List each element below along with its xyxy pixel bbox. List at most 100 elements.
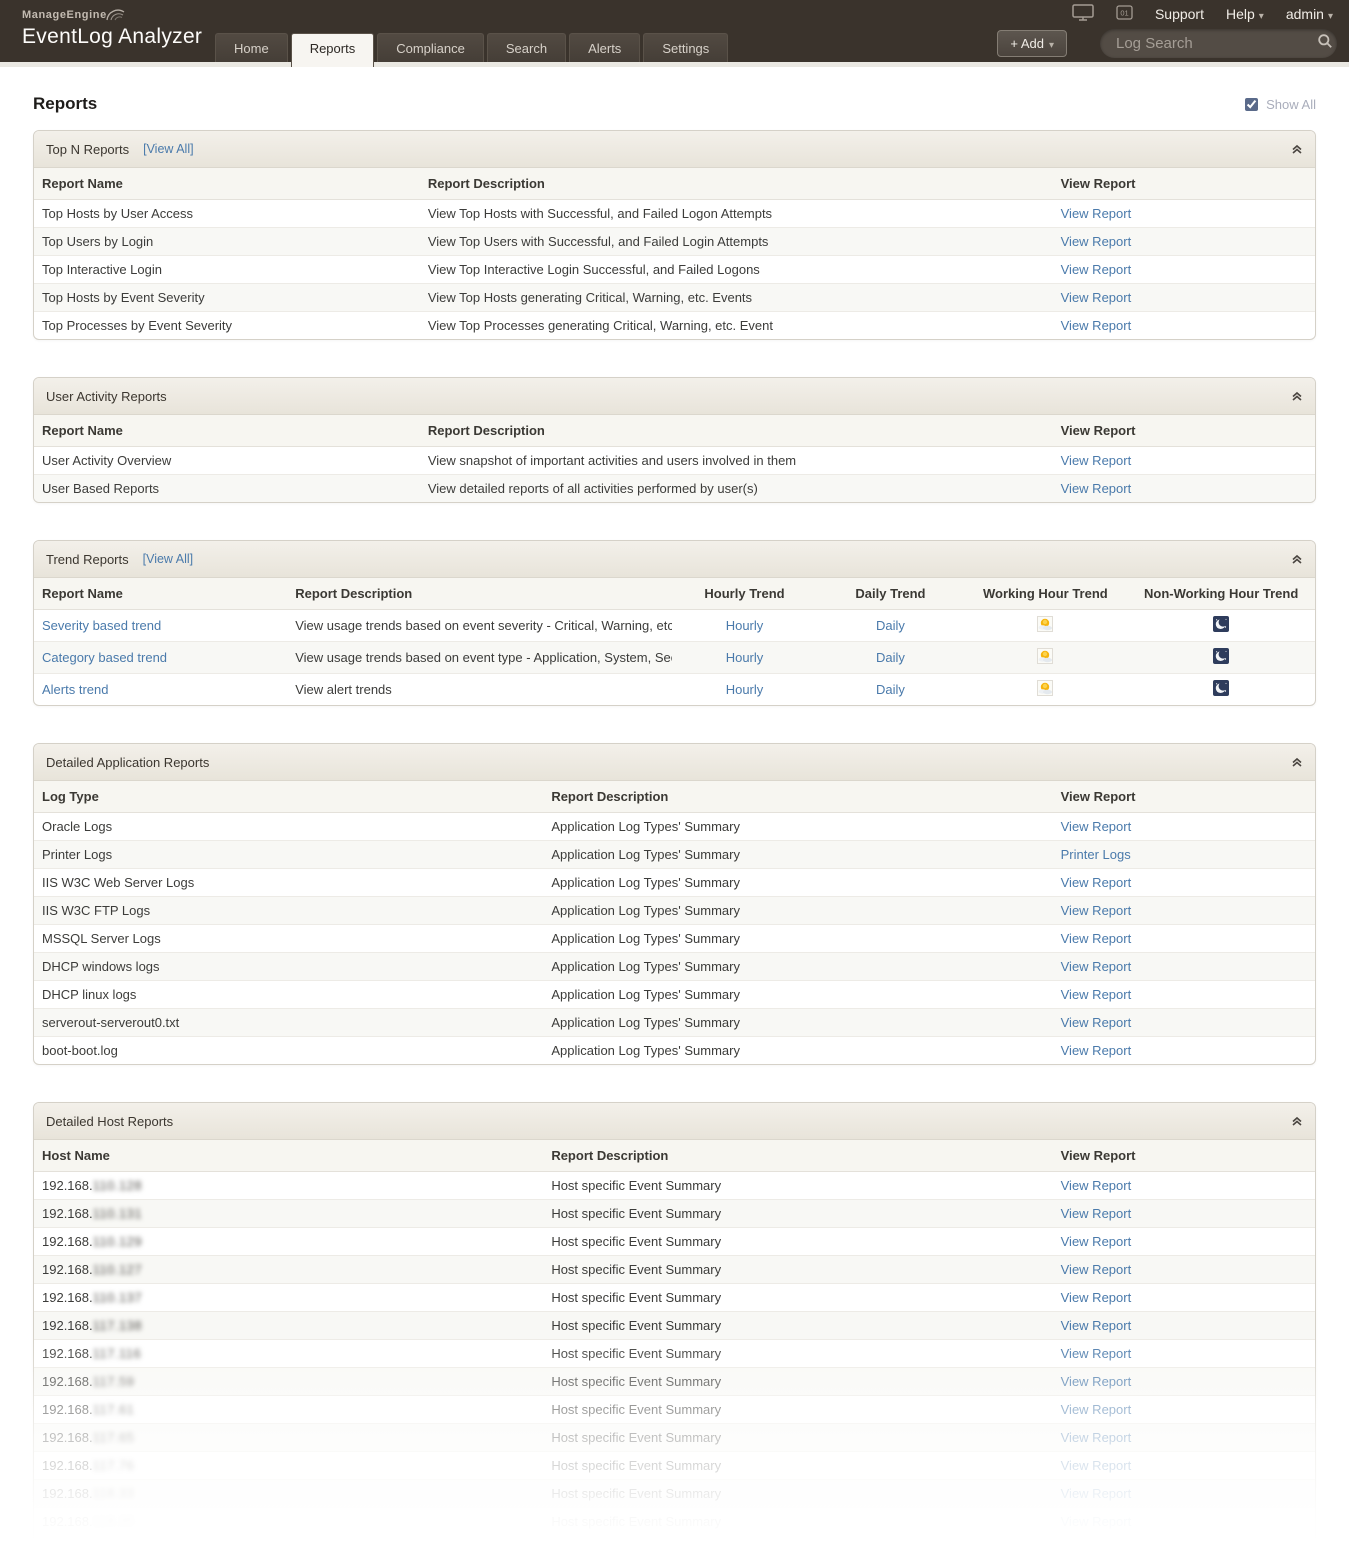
collapse-section-icon[interactable] [1291,390,1303,402]
host-ip-redacted: 110.128 [92,1178,143,1193]
table-row: DHCP linux logs Application Log Types' Su… [34,980,1315,1009]
collapse-section-icon[interactable] [1291,143,1303,155]
view-report-link[interactable]: Printer Logs [1061,847,1131,862]
binary-icon[interactable]: 01 [1116,5,1133,23]
view-report-link[interactable]: View Report [1061,318,1132,333]
sun-icon[interactable] [1037,616,1054,635]
collapse-section-icon[interactable] [1291,1115,1303,1127]
section-top-n-reports: Top N Reports [View All] Report Name Repo… [33,130,1316,340]
view-report-link[interactable]: View Report [1061,1234,1132,1249]
search-icon[interactable] [1317,33,1333,54]
table-row: 192.168.117.138 Host specific Event Summa… [34,1311,1315,1340]
report-name: serverout-serverout0.txt [34,1008,544,1037]
moon-icon[interactable] [1213,648,1230,667]
table-row: Severity based trend View usage trends ba… [34,610,1315,642]
view-report-link[interactable]: View Report [1061,987,1132,1002]
hourly-trend-link[interactable]: Hourly [726,682,764,697]
sun-icon[interactable] [1037,680,1054,699]
view-report-link[interactable]: View Report [1061,1015,1132,1030]
view-report-link[interactable]: View Report [1061,206,1132,221]
tab-reports[interactable]: Reports [290,33,375,67]
host-name: 192.168.117.59 [34,1367,544,1396]
daily-trend-link[interactable]: Daily [876,682,905,697]
view-report-link[interactable]: View Report [1061,1043,1132,1058]
show-all-toggle: Show All [1241,95,1316,114]
top-n-reports-table: Report Name Report Description View Report… [34,168,1315,339]
column-header: Report Description [543,1140,1053,1172]
view-report-link[interactable]: View Report [1061,234,1132,249]
section-detailed-application-reports: Detailed Application Reports Log Type Rep… [33,743,1316,1065]
collapse-section-icon[interactable] [1291,553,1303,565]
table-row: 192.168.110.127 Host specific Event Summa… [34,1255,1315,1284]
hourly-trend-link[interactable]: Hourly [726,618,764,633]
host-name: 192.168.118.35 [34,1507,544,1536]
add-button[interactable]: + Add [997,30,1067,57]
view-report-link[interactable]: View Report [1061,1318,1132,1333]
moon-icon[interactable] [1213,680,1230,699]
column-header: View Report [1052,168,1315,200]
report-name-link[interactable]: Alerts trend [42,682,108,697]
host-ip-prefix: 192.168. [42,1430,93,1445]
detailed-host-reports-table: Host Name Report Description View Report 19… [34,1140,1315,1544]
tab-alerts[interactable]: Alerts [569,33,641,62]
view-report-link[interactable]: View Report [1061,1262,1132,1277]
tab-search[interactable]: Search [486,33,567,62]
daily-trend-link[interactable]: Daily [876,650,905,665]
report-description: Application Log Types' Summary [543,1008,1053,1037]
view-report-link[interactable]: View Report [1061,1206,1132,1221]
view-report-link[interactable]: View Report [1061,262,1132,277]
tab-settings[interactable]: Settings [643,33,729,62]
sun-icon[interactable] [1037,648,1054,667]
column-header: Report Name [34,168,420,200]
view-report-link[interactable]: View Report [1061,481,1132,496]
view-report-link[interactable]: View Report [1061,959,1132,974]
view-report-link[interactable]: View Report [1061,1486,1132,1501]
help-menu[interactable]: Help [1226,6,1264,22]
host-name: 192.168.117.61 [34,1395,544,1424]
column-header: Report Description [287,578,672,610]
section-title: Detailed Host Reports [46,1113,174,1129]
trend-reports-table: Report Name Report Description Hourly Tren… [34,578,1315,705]
report-description: View Top Hosts generating Critical, Warn… [419,283,1053,312]
report-name-link[interactable]: Severity based trend [42,618,161,633]
monitor-icon[interactable] [1072,4,1094,24]
support-link[interactable]: Support [1155,6,1204,22]
tab-home[interactable]: Home [215,33,288,62]
search-input[interactable] [1114,34,1317,53]
table-row: 192.168.110.131 Host specific Event Summa… [34,1199,1315,1228]
view-report-link[interactable]: View Report [1061,931,1132,946]
view-report-link[interactable]: View Report [1061,453,1132,468]
tab-compliance[interactable]: Compliance [377,33,484,62]
view-all-link[interactable]: [View All] [143,142,194,156]
view-report-link[interactable]: View Report [1061,903,1132,918]
moon-icon[interactable] [1213,616,1230,635]
view-report-link[interactable]: View Report [1061,819,1132,834]
report-name: DHCP windows logs [34,952,544,981]
collapse-section-icon[interactable] [1291,756,1303,768]
table-row: Top Interactive Login View Top Interactiv… [34,255,1315,284]
view-report-link[interactable]: View Report [1061,1514,1132,1529]
report-description: Host specific Event Summary [543,1395,1053,1424]
show-all-checkbox[interactable] [1245,97,1259,111]
view-report-link[interactable]: View Report [1061,290,1132,305]
add-button-label: + Add [1010,36,1044,51]
host-ip-prefix: 192.168. [42,1402,93,1417]
section-user-activity-reports: User Activity Reports Report Name Report … [33,377,1316,503]
host-name: 192.168.117.65 [34,1423,544,1452]
view-report-link[interactable]: View Report [1061,1346,1132,1361]
view-report-link[interactable]: View Report [1061,875,1132,890]
report-description: Host specific Event Summary [543,1451,1053,1480]
view-report-link[interactable]: View Report [1061,1374,1132,1389]
hourly-trend-link[interactable]: Hourly [726,650,764,665]
view-report-link[interactable]: View Report [1061,1290,1132,1305]
view-report-link[interactable]: View Report [1061,1430,1132,1445]
view-report-link[interactable]: View Report [1061,1402,1132,1417]
view-report-link[interactable]: View Report [1061,1178,1132,1193]
report-name: MSSQL Server Logs [34,924,544,953]
report-description: View Top Hosts with Successful, and Fail… [427,206,773,221]
report-name-link[interactable]: Category based trend [42,650,167,665]
user-menu[interactable]: admin [1286,6,1333,22]
view-all-link[interactable]: [View All] [143,552,194,566]
view-report-link[interactable]: View Report [1061,1458,1132,1473]
daily-trend-link[interactable]: Daily [876,618,905,633]
